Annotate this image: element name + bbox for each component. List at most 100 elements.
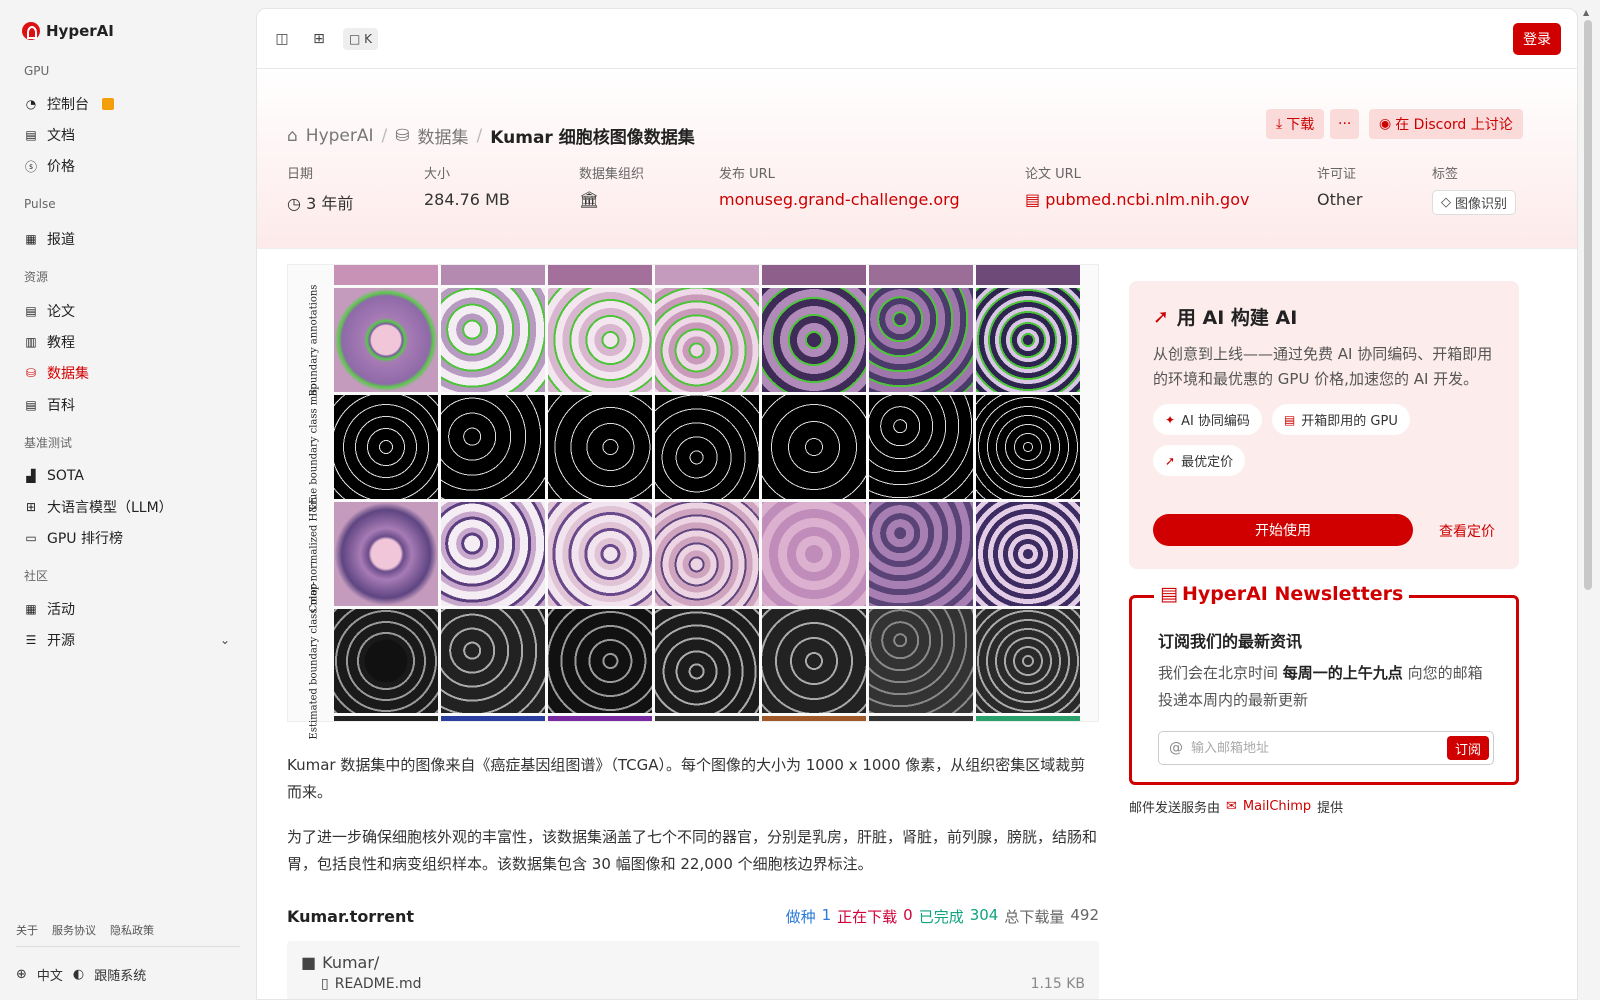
figure-row-true-boundary [334,395,1080,499]
scrollbar[interactable]: ▲ [1582,8,1594,992]
figure-row-boundary [334,288,1080,392]
torrent-title: Kumar.torrent [287,907,414,926]
sidebar-item-gpu-ranking[interactable]: ▭ GPU 排行榜 [24,524,234,552]
rocket-icon: ➚ [1165,453,1176,468]
mailchimp-link[interactable]: MailChimp [1243,799,1311,814]
view-pricing-link[interactable]: 查看定价 [1439,521,1495,541]
row-label: Boundary annotations [296,284,332,396]
image-tile [869,716,973,721]
subscribe-button[interactable]: 订阅 [1446,736,1489,760]
breadcrumb-home[interactable]: HyperAI [306,126,374,146]
image-tile [762,395,866,499]
theme-switch[interactable]: 跟随系统 [94,965,146,984]
breadcrumb-section[interactable]: 数据集 [418,123,469,148]
row-label-text: Estimated boundary class map [308,583,320,739]
apps-grid-icon[interactable]: ⊞ [310,31,328,47]
meta-label: 标签 [1432,167,1459,182]
section-community: 社区 [24,569,49,583]
database-icon: ⛁ [395,125,410,146]
sidebar-item-docs[interactable]: ▤ 文档 [24,121,234,149]
meta-publish-url: 发布 URL monuseg.grand-challenge.org [719,163,960,209]
meta-date: 日期 ◷ 3 年前 [287,163,353,214]
chip-gpu: ▤ 开箱即用的 GPU [1271,404,1410,435]
sidebar-toggle-icon[interactable]: ◫ [273,31,291,47]
promo-description: 从创意到上线——通过免费 AI 协同编码、开箱即用的环境和最优惠的 GPU 价格… [1153,345,1493,388]
main-panel: ◫ ⊞ □ K 登录 ⌂ HyperAI / ⛁ 数据集 / Kumar 细胞核… [256,8,1578,1000]
folder-row[interactable]: ■ Kumar/ [301,953,1085,972]
sidebar-item-dashboard[interactable]: ◔ 控制台 [24,90,234,118]
mail-by-text: 提供 [1317,801,1344,816]
login-button[interactable]: 登录 [1513,23,1561,55]
meta-license: 许可证 Other [1317,163,1362,209]
completed-count: 304 [969,906,999,924]
sidebar-item-datasets[interactable]: ⛁ 数据集 [24,359,234,387]
chevron-down-icon: ⌄ [219,633,230,647]
image-tile [762,265,866,285]
sidebar-item-tutorials[interactable]: ▥ 教程 [24,328,234,356]
sidebar-item-label: 大语言模型（LLM） [47,500,173,516]
start-button[interactable]: 开始使用 [1153,514,1413,546]
publish-url-link[interactable]: monuseg.grand-challenge.org [719,190,960,209]
monitor-icon: ▭ [25,531,37,545]
doc-icon: ▤ [25,128,37,142]
sidebar-item-label: 报道 [47,232,75,248]
paper-url-link[interactable]: ▤ pubmed.ncbi.nlm.nih.gov [1025,190,1249,209]
at-icon: @ [1169,740,1183,756]
chip-label: 开箱即用的 GPU [1301,414,1398,429]
download-icon: ⤓ [1276,116,1283,132]
promo-card: ➚ 用 AI 构建 AI 从创意到上线——通过免费 AI 协同编码、开箱即用的环… [1129,281,1519,569]
download-button[interactable]: ⤓ 下载 [1266,109,1325,139]
sidebar-item-news[interactable]: ▦ 报道 [24,225,234,253]
image-tile [548,609,652,713]
about-link[interactable]: 关于 [16,922,38,938]
file-tree: ■ Kumar/ ▯ README.md 1.15 KB [287,941,1099,999]
newsletter-description: 我们会在北京时间 每周一的上午九点 向您的邮箱投递本周内的最新更新 [1158,660,1490,714]
privacy-link[interactable]: 隐私政策 [110,922,154,938]
image-tile [976,716,1080,721]
sidebar-item-label: GPU 排行榜 [47,531,123,547]
sidebar-item-papers[interactable]: ▤ 论文 [24,297,234,325]
scroll-up-icon[interactable]: ▲ [1583,8,1589,17]
institution-icon[interactable]: 🏛 [579,190,644,209]
image-tile [441,395,545,499]
command-shortcut[interactable]: □ K [343,28,379,50]
sidebar-item-wiki[interactable]: ▤ 百科 [24,391,234,419]
newsletter-card: ▤ HyperAI Newsletters 订阅我们的最新资讯 我们会在北京时间… [1129,583,1519,785]
gift-icon [102,98,114,110]
image-tile [548,288,652,392]
image-tile [869,395,973,499]
price-icon: ⓢ [24,159,37,174]
sidebar-item-events[interactable]: ▦ 活动 [24,595,234,623]
topbar: ◫ ⊞ □ K 登录 [257,9,1577,69]
terms-link[interactable]: 服务协议 [52,922,96,938]
sidebar-item-sota[interactable]: ▟ SOTA [24,462,234,490]
email-input[interactable] [1191,740,1439,756]
brand-name: HyperAI [46,22,114,40]
tag-chip[interactable]: ◇ 图像识别 [1432,190,1517,215]
meta-label: 数据集组织 [579,167,645,182]
promo-chips: ✦ AI 协同编码 ▤ 开箱即用的 GPU ➚ 最优定价 [1153,404,1495,476]
image-tile [869,265,973,285]
sidebar-item-llm[interactable]: ⊞ 大语言模型（LLM） [24,493,234,521]
folder-name: Kumar/ [322,953,380,972]
torrent-stats: 做种 1 正在下载 0 已完成 304 总下载量 492 [786,906,1099,927]
section-gpu: GPU [24,64,50,78]
hyperai-logo-icon [22,22,40,40]
image-tile [762,502,866,606]
database-icon: ⛁ [25,366,37,380]
command-key-icon: □ [349,32,365,46]
language-switch[interactable]: 中文 [37,965,63,984]
sidebar-item-opensource[interactable]: ☰ 开源 ⌄ [24,626,234,654]
more-button[interactable]: ··· [1330,109,1360,139]
theme-icon: ◐ [72,967,85,982]
image-tile [976,502,1080,606]
date-value: 3 年前 [306,194,354,213]
brand[interactable]: HyperAI [22,22,114,40]
list-icon: ☰ [25,633,37,647]
shortcut-key: K [364,32,373,46]
file-row[interactable]: ▯ README.md 1.15 KB [321,976,1085,992]
seed-label: 做种 [785,908,816,926]
sidebar-item-pricing[interactable]: ⓢ 价格 [24,152,234,180]
discord-button[interactable]: ◉ 在 Discord 上讨论 [1369,109,1523,139]
scroll-thumb[interactable] [1584,20,1592,590]
